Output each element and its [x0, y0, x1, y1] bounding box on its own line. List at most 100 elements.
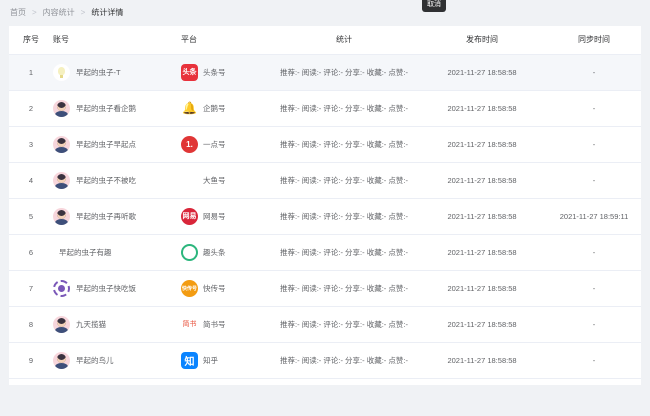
platform-logo-icon: [181, 172, 198, 189]
stats-cell: 推荐:- 阅读:- 评论:- 分享:- 收藏:- 点赞:-: [280, 103, 408, 113]
bulb-avatar: [53, 63, 70, 81]
platform-name: 大鱼号: [203, 175, 226, 185]
stats-table: 序号 账号 平台 统计 发布时间 同步时间 1 早起的虫子-T 头条 头条号 推荐:- …: [9, 26, 641, 379]
publish-time-cell: 2021-11-27 18:58:58: [447, 355, 517, 365]
platform-logo-icon: 头条: [181, 63, 198, 81]
sync-time-cell: -: [592, 175, 596, 185]
row-index: 7: [28, 283, 34, 293]
platform-cell: 1. 一点号: [181, 135, 271, 153]
publish-time-cell: 2021-11-27 18:58:58: [447, 67, 517, 77]
table-row[interactable]: 6 早起的虫子有趣 趣头条 推荐:- 阅读:- 评论:- 分享:- 收藏:- 点赞:-…: [9, 234, 641, 270]
platform-cell: 网易 网易号: [181, 207, 271, 225]
platform-name: 趣头条: [203, 247, 226, 257]
account-name: 早起的虫子-T: [76, 67, 121, 77]
publish-time-cell: 2021-11-27 18:58:58: [447, 211, 517, 221]
platform-cell: 知知乎: [181, 351, 271, 369]
sync-time-cell: -: [592, 247, 596, 257]
stats-cell: 推荐:- 阅读:- 评论:- 分享:- 收藏:- 点赞:-: [280, 283, 408, 293]
platform-cell: 头条 头条号: [181, 63, 271, 81]
table-row[interactable]: 1 早起的虫子-T 头条 头条号 推荐:- 阅读:- 评论:- 分享:- 收藏:- 点赞…: [9, 54, 641, 90]
row-index: 8: [28, 319, 34, 329]
account-cell: 早起的虫子有趣: [53, 244, 181, 261]
publish-time-cell: 2021-11-27 18:58:58: [447, 319, 517, 329]
breadcrumb-home-link[interactable]: 首页: [10, 7, 26, 18]
stats-cell: 推荐:- 阅读:- 评论:- 分享:- 收藏:- 点赞:-: [280, 67, 408, 77]
account-name: 早起的虫子看企鹅: [76, 103, 136, 113]
sync-time-cell: -: [592, 67, 596, 77]
platform-name: 快传号: [203, 283, 226, 293]
sync-time-cell: -: [592, 139, 596, 149]
account-name: 早起的鸟儿: [76, 355, 114, 365]
platform-name: 知乎: [203, 355, 218, 365]
platform-logo-icon: 快传号: [181, 279, 198, 297]
row-index: 2: [28, 103, 34, 113]
sync-time-cell: -: [592, 355, 596, 365]
stats-cell: 推荐:- 阅读:- 评论:- 分享:- 收藏:- 点赞:-: [280, 139, 408, 149]
account-cell: 九天揽猫: [53, 315, 181, 333]
account-cell: 早起的鸟儿: [53, 351, 181, 369]
platform-name: 简书号: [203, 319, 226, 329]
table-row[interactable]: 9 早起的鸟儿知知乎 推荐:- 阅读:- 评论:- 分享:- 收藏:- 点赞:- 20…: [9, 342, 641, 378]
tooltip: 取消: [422, 0, 446, 12]
breadcrumb-separator: >: [32, 7, 37, 17]
breadcrumb: 首页 > 内容统计 > 统计详情: [10, 6, 123, 18]
platform-logo-icon: 知: [181, 351, 198, 369]
person-avatar: [53, 99, 70, 117]
breadcrumb-current: 统计详情: [91, 7, 124, 17]
account-name: 九天揽猫: [76, 319, 106, 329]
row-index: 9: [28, 355, 34, 365]
table-row[interactable]: 4 早起的虫子不被吃 大鱼号 推荐:- 阅读:- 评论:- 分享:- 收藏:- 点赞:…: [9, 162, 641, 198]
stats-cell: 推荐:- 阅读:- 评论:- 分享:- 收藏:- 点赞:-: [280, 247, 408, 257]
sync-time-cell: -: [592, 283, 596, 293]
platform-logo-icon: [181, 243, 198, 261]
platform-cell: 趣头条: [181, 243, 271, 261]
table-row[interactable]: 2 早起的虫子看企鹅 🔔 企鹅号 推荐:- 阅读:- 评论:- 分享:- 收藏:- 点赞…: [9, 90, 641, 126]
platform-logo-icon: 网易: [181, 207, 198, 225]
person-avatar: [53, 135, 70, 153]
platform-cell: 简书 简书号: [181, 315, 271, 333]
col-index-header: 序号: [9, 26, 53, 55]
person-avatar: [53, 351, 70, 369]
publish-time-cell: 2021-11-27 18:58:58: [447, 139, 517, 149]
table-row[interactable]: 3 早起的虫子早起点 1. 一点号 推荐:- 阅读:- 评论:- 分享:- 收藏:- 点…: [9, 126, 641, 162]
platform-logo-icon: 简书: [181, 315, 198, 333]
account-cell: 早起的虫子不被吃: [53, 171, 181, 189]
account-name: 早起的虫子再听歌: [76, 211, 136, 221]
platform-name: 网易号: [203, 211, 226, 221]
table-header-row: 序号 账号 平台 统计 发布时间 同步时间: [9, 26, 641, 55]
sync-time-cell: -: [592, 103, 596, 113]
row-index: 4: [28, 175, 34, 185]
publish-time-cell: 2021-11-27 18:58:58: [447, 283, 517, 293]
account-name: 早起的虫子有趣: [59, 247, 112, 257]
wheel-avatar: [53, 279, 70, 297]
col-stats-header: 统计: [271, 26, 417, 55]
col-publish-time-header: 发布时间: [417, 26, 547, 55]
table-row[interactable]: 5 早起的虫子再听歌 网易 网易号 推荐:- 阅读:- 评论:- 分享:- 收藏:- 点…: [9, 198, 641, 234]
account-cell: 早起的虫子早起点: [53, 135, 181, 153]
account-name: 早起的虫子早起点: [76, 139, 136, 149]
stats-table-card: 序号 账号 平台 统计 发布时间 同步时间 1 早起的虫子-T 头条 头条号 推荐:- …: [9, 26, 641, 385]
account-name: 早起的虫子快吃饭: [76, 283, 136, 293]
person-avatar: [53, 315, 70, 333]
publish-time-cell: 2021-11-27 18:58:58: [447, 175, 517, 185]
stats-cell: 推荐:- 阅读:- 评论:- 分享:- 收藏:- 点赞:-: [280, 175, 408, 185]
breadcrumb-section-link[interactable]: 内容统计: [43, 7, 75, 18]
account-cell: 早起的虫子看企鹅: [53, 99, 181, 117]
platform-cell: 🔔 企鹅号: [181, 100, 271, 117]
platform-cell: 快传号 快传号: [181, 279, 271, 297]
row-index: 5: [28, 211, 34, 221]
person-avatar: [53, 207, 70, 225]
sync-time-cell: 2021-11-27 18:59:11: [559, 211, 629, 221]
account-cell: 早起的虫子-T: [53, 63, 181, 81]
row-index: 6: [28, 247, 34, 257]
row-index: 1: [28, 67, 34, 77]
platform-name: 头条号: [203, 67, 226, 77]
publish-time-cell: 2021-11-27 18:58:58: [447, 103, 517, 113]
platform-name: 一点号: [203, 139, 226, 149]
platform-name: 企鹅号: [203, 103, 226, 113]
table-row[interactable]: 7 早起的虫子快吃饭 快传号 快传号 推荐:- 阅读:- 评论:- 分享:- 收藏:- …: [9, 270, 641, 306]
account-cell: 早起的虫子再听歌: [53, 207, 181, 225]
col-sync-time-header: 同步时间: [547, 26, 641, 55]
table-row[interactable]: 8 九天揽猫 简书 简书号 推荐:- 阅读:- 评论:- 分享:- 收藏:- 点赞:- 2…: [9, 306, 641, 342]
account-name: 早起的虫子不被吃: [76, 175, 136, 185]
